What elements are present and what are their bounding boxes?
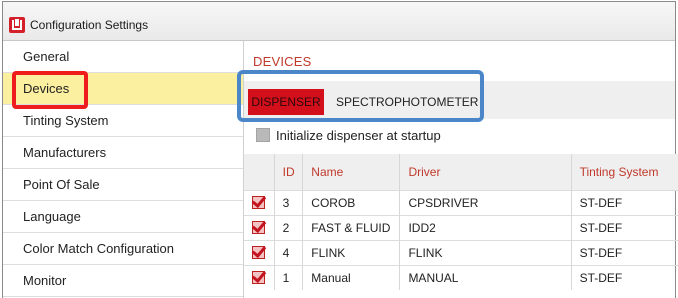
sidebar-item-language[interactable]: Language — [3, 201, 243, 233]
window-title: Configuration Settings — [30, 18, 149, 32]
cell-tinting-system: ST-DEF — [571, 190, 678, 216]
cell-name: Manual — [302, 265, 401, 290]
sidebar-item-general[interactable]: General — [3, 41, 243, 73]
devices-highlight-annotation — [12, 71, 88, 109]
table-row[interactable]: 1 Manual MANUAL ST-DEF — [244, 265, 678, 290]
table-row[interactable]: 3 COROB CPSDRIVER ST-DEF — [244, 190, 678, 216]
title-bar: Configuration Settings — [3, 2, 675, 41]
row-checkbox-cell[interactable] — [244, 240, 275, 266]
checkmark-icon[interactable] — [252, 195, 265, 209]
page-title: DEVICES — [253, 54, 312, 69]
tabs-highlight-annotation — [237, 70, 484, 122]
cell-id: 3 — [274, 190, 304, 216]
cell-id: 2 — [274, 215, 304, 241]
cell-driver: MANUAL — [399, 265, 572, 290]
row-checkbox-cell[interactable] — [244, 190, 275, 216]
table-row[interactable]: 4 FLINK FLINK ST-DEF — [244, 240, 678, 266]
column-header-enabled — [244, 154, 275, 191]
initialize-dispenser-label: Initialize dispenser at startup — [276, 128, 441, 143]
column-header-name[interactable]: Name — [302, 154, 401, 191]
table-row[interactable]: 2 FAST & FLUID IDD2 ST-DEF — [244, 215, 678, 241]
cell-tinting-system: ST-DEF — [571, 215, 678, 241]
initialize-dispenser-option[interactable]: Initialize dispenser at startup — [256, 128, 441, 143]
dispenser-table: ID Name Driver Tinting System 3 COROB CP… — [244, 154, 678, 290]
row-checkbox-cell[interactable] — [244, 215, 275, 241]
checkmark-icon[interactable] — [252, 220, 265, 234]
configuration-window: Configuration Settings General Devices T… — [2, 1, 678, 298]
row-checkbox-cell[interactable] — [244, 265, 275, 290]
cell-driver: FLINK — [399, 240, 572, 266]
cell-driver: CPSDRIVER — [399, 190, 572, 216]
column-header-tinting-system[interactable]: Tinting System — [571, 154, 678, 191]
devices-panel: DEVICES DISPENSER SPECTROPHOTOMETER Init… — [237, 41, 678, 298]
sidebar-item-point-of-sale[interactable]: Point Of Sale — [3, 169, 243, 201]
cell-tinting-system: ST-DEF — [571, 240, 678, 266]
cell-tinting-system: ST-DEF — [571, 265, 678, 290]
column-header-driver[interactable]: Driver — [399, 154, 572, 191]
cell-name: FAST & FLUID — [302, 215, 401, 241]
cell-name: COROB — [302, 190, 401, 216]
cell-driver: IDD2 — [399, 215, 572, 241]
app-logo-icon — [9, 17, 25, 33]
cell-id: 1 — [274, 265, 304, 290]
column-header-id[interactable]: ID — [274, 154, 304, 191]
cell-id: 4 — [274, 240, 304, 266]
initialize-dispenser-checkbox[interactable] — [256, 128, 270, 142]
sidebar-item-manufacturers[interactable]: Manufacturers — [3, 137, 243, 169]
sidebar-item-monitor[interactable]: Monitor — [3, 265, 243, 297]
cell-name: FLINK — [302, 240, 401, 266]
sidebar-item-tinting-system[interactable]: Tinting System — [3, 105, 243, 137]
checkmark-icon[interactable] — [252, 245, 265, 259]
table-header-row: ID Name Driver Tinting System — [244, 154, 678, 191]
sidebar-item-color-match-configuration[interactable]: Color Match Configuration — [3, 233, 243, 265]
checkmark-icon[interactable] — [252, 270, 265, 284]
